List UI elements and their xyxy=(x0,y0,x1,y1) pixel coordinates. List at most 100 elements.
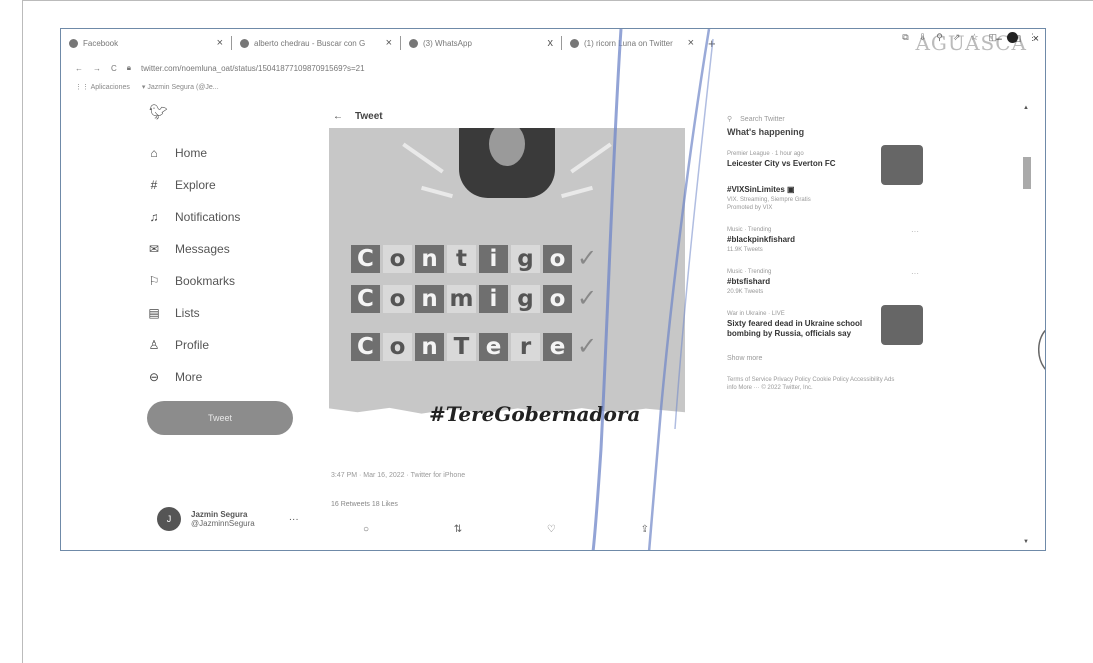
reload-icon[interactable]: C xyxy=(111,64,117,73)
tab-close-icon[interactable]: × xyxy=(217,37,223,49)
nav-item-label: Home xyxy=(175,146,208,160)
page-scrollbar[interactable]: ▲ ▼ xyxy=(1023,105,1031,545)
checkmark-icon: ✓ xyxy=(577,333,598,360)
nav-item-label: Explore xyxy=(175,178,216,192)
checkmark-icon: ✓ xyxy=(577,245,598,272)
tweet-header: ← Tweet xyxy=(333,111,685,122)
tweet-button[interactable]: Tweet xyxy=(147,401,293,435)
bookmark-twitter-profile[interactable]: ▾ Jazmin Segura (@Je... xyxy=(142,83,219,91)
share-icon[interactable]: ⇪ xyxy=(641,524,649,535)
share-page-icon[interactable]: ⇗ xyxy=(953,32,961,43)
nav-item-label: More xyxy=(175,370,203,384)
trend-item[interactable]: Premier League · 1 hour ago Leicester Cit… xyxy=(727,145,937,185)
trend-subtitle: VIX. Streaming, Siempre Gratis xyxy=(727,197,811,203)
scroll-thumb[interactable] xyxy=(1023,157,1031,189)
nav-item-explore[interactable]: # Explore xyxy=(147,169,317,201)
more-dots-icon[interactable]: ··· xyxy=(289,514,299,525)
url-field[interactable]: twitter.com/noemluna_oat/status/15041877… xyxy=(141,64,365,73)
bookmark-apps[interactable]: ⋮⋮ Aplicaciones xyxy=(75,83,130,91)
nav-item-notifications[interactable]: ♫ Notifications xyxy=(147,201,317,233)
show-more-link[interactable]: Show more xyxy=(727,355,937,362)
browser-tab[interactable]: Facebook × xyxy=(61,29,231,57)
portrait-face xyxy=(489,128,525,166)
nav-item-home[interactable]: ⌂ Home xyxy=(147,137,317,169)
new-tab-icon[interactable]: + xyxy=(702,36,722,51)
trend-item[interactable]: Music · Trending #btsfishard 20.9K Tweets ·… xyxy=(727,269,937,295)
tab-favicon-icon xyxy=(570,38,579,48)
letter-tile: i xyxy=(479,284,508,313)
trend-subtitle: 11.9K Tweets xyxy=(727,247,763,253)
zoom-icon[interactable]: ⚲ xyxy=(936,32,943,43)
back-icon[interactable]: ← xyxy=(75,64,83,73)
bell-icon: ♫ xyxy=(149,210,159,224)
tab-favicon-icon xyxy=(240,38,249,48)
profile-avatar-icon[interactable] xyxy=(1007,32,1018,43)
letter-tile: g xyxy=(511,244,540,273)
trend-thumbnail xyxy=(881,145,923,185)
tab-close-icon[interactable]: × xyxy=(688,37,694,49)
image-word-row: Co n Te r e ✓ xyxy=(351,332,597,361)
sidebar-toggle-icon[interactable]: ◫ xyxy=(988,32,997,43)
nav-item-bookmarks[interactable]: ⚐ Bookmarks xyxy=(147,265,317,297)
letter-tile: o xyxy=(543,284,572,313)
search-placeholder: Search Twitter xyxy=(740,115,785,123)
more-dots-icon[interactable]: ··· xyxy=(911,269,919,278)
trend-item[interactable]: Music · Trending #blackpinkfishard 11.9K T… xyxy=(727,227,937,253)
tweet-stats[interactable]: 16 Retweets 18 Likes xyxy=(331,501,685,508)
scroll-up-icon[interactable]: ▲ xyxy=(1023,105,1029,111)
bookmark-icon: ⚐ xyxy=(148,274,160,288)
letter-tile: t xyxy=(447,244,476,273)
letter-tile: n xyxy=(415,244,444,273)
tab-label: (1) ricorn Luna on Twitter xyxy=(584,38,673,48)
download-icon[interactable]: ⇩ xyxy=(919,32,927,43)
more-dots-icon[interactable]: ··· xyxy=(911,227,919,236)
tab-close-icon[interactable]: × xyxy=(386,37,392,49)
tab-close-icon[interactable]: x xyxy=(548,37,554,49)
whats-happening-heading: What's happening xyxy=(727,127,805,137)
back-arrow-icon[interactable]: ← xyxy=(333,111,343,122)
forward-icon[interactable]: → xyxy=(93,64,101,73)
nav-item-label: Messages xyxy=(175,242,230,256)
footer-links[interactable]: Terms of Service Privacy Policy Cookie P… xyxy=(727,376,897,393)
promoted-label: Promoted by VIX xyxy=(727,205,773,211)
account-switcher[interactable]: J Jazmin Segura @JazminnSegura ··· xyxy=(157,507,299,531)
twitter-bird-icon[interactable]: 🐦︎ xyxy=(149,103,317,121)
trend-thumbnail xyxy=(881,305,923,345)
trend-item[interactable]: #VIXSinLimites ▣ VIX. Streaming, Siempre … xyxy=(727,185,937,211)
nav-item-label: Lists xyxy=(175,306,200,320)
nav-item-messages[interactable]: ✉ Messages xyxy=(147,233,317,265)
trend-item[interactable]: War in Ukraine · LIVE Sixty feared dead i… xyxy=(727,305,937,345)
trend-subtitle: 20.9K Tweets xyxy=(727,289,764,295)
browser-tab[interactable]: (3) WhatsApp x xyxy=(401,29,561,57)
tweet-image[interactable]: Co n t i g o ✓ Co n m i g o ✓ Co n Te r e ✓ #TereGobernador… xyxy=(329,128,685,424)
nav-item-label: Bookmarks xyxy=(175,274,236,288)
image-word-row: Co n m i g o ✓ xyxy=(351,284,597,313)
browser-tab[interactable]: alberto chedrau - Buscar con G × xyxy=(232,29,400,57)
kebab-menu-icon[interactable]: ⋮ xyxy=(1028,32,1037,43)
image-hashtag: #TereGobernadora xyxy=(429,402,641,424)
checkmark-icon: ✓ xyxy=(577,285,598,312)
reply-icon[interactable]: ○ xyxy=(363,524,369,535)
extension-icon[interactable]: ⧉ xyxy=(902,32,908,43)
decorative-ray xyxy=(421,185,453,199)
person-icon: ♙ xyxy=(148,338,160,352)
tweet-detail: ← Tweet Co n t i g o ✓ Co n m i g o ✓ Co n Te r e ✓ #TereGo… xyxy=(329,111,685,535)
nav-item-profile[interactable]: ♙ Profile xyxy=(147,329,317,361)
scroll-down-icon[interactable]: ▼ xyxy=(1023,539,1029,545)
browser-tab[interactable]: (1) ricorn Luna on Twitter × xyxy=(562,29,702,57)
user-handle: @JazminnSegura xyxy=(191,519,255,528)
retweet-icon[interactable]: ⇅ xyxy=(454,524,462,535)
like-icon[interactable]: ♡ xyxy=(547,524,556,535)
search-input[interactable]: ⚲ Search Twitter xyxy=(727,115,937,124)
decorative-ray xyxy=(402,142,444,174)
trend-meta: Music · Trending xyxy=(727,227,772,233)
star-icon[interactable]: ☆ xyxy=(970,32,978,43)
avatar: J xyxy=(157,507,181,531)
tab-label: (3) WhatsApp xyxy=(423,38,472,48)
right-sidebar: ⚲ Search Twitter What's happening Premie… xyxy=(727,115,937,393)
letter-tile: m xyxy=(447,284,476,313)
nav-item-more[interactable]: ⊖ More xyxy=(147,361,317,393)
nav-item-lists[interactable]: ▤ Lists xyxy=(147,297,317,329)
letter-tile: g xyxy=(511,284,540,313)
tab-label: Facebook xyxy=(83,38,119,48)
